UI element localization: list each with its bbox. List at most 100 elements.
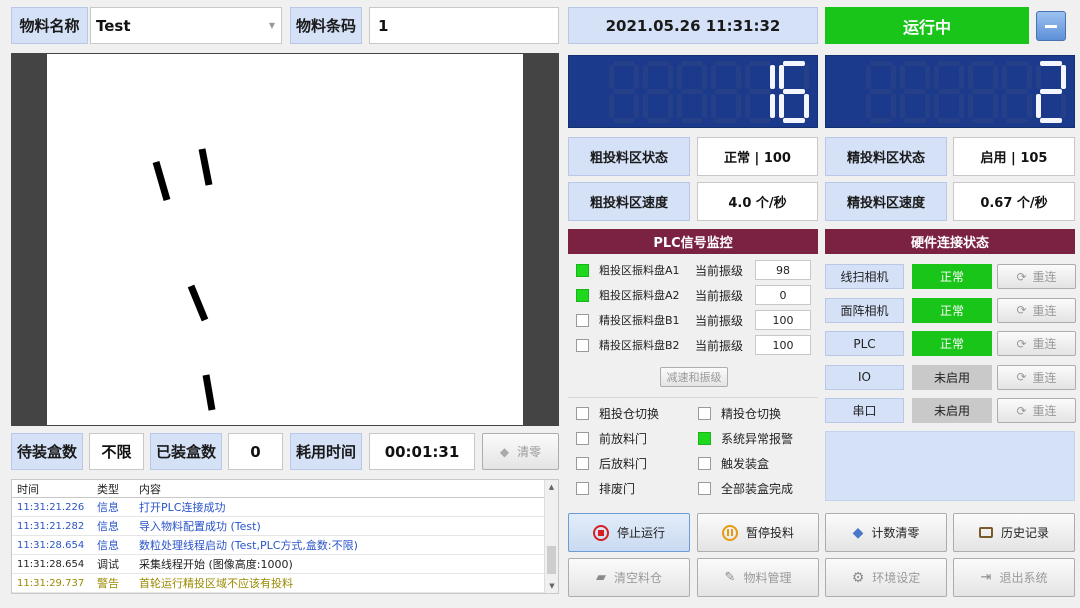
log-row: 11:31:28.654 调试 采集线程开始 (图像高度:1000) (12, 555, 558, 574)
history-label: 历史记录 (1000, 526, 1049, 540)
reconnect-button[interactable]: ⟳ 重连 (997, 297, 1076, 323)
reconnect-label: 重连 (1032, 404, 1057, 418)
vibrator-row: 粗投区振料盘A1 当前振级 98 (576, 259, 816, 281)
signal-indicator (576, 406, 589, 420)
log-content: 数粒处理线程启动 (Test,PLC方式,盒数:不限) (139, 539, 358, 552)
packed-boxes-value: 0 (228, 433, 283, 470)
vibrator-level-input[interactable]: 98 (755, 260, 811, 280)
briefcase-icon (978, 527, 993, 538)
signal-name: 后放料门 (599, 456, 648, 471)
coarse-speed-label: 粗投料区速度 (568, 182, 690, 221)
log-content: 采集线程开始 (图像高度:1000) (139, 558, 293, 571)
vibrator-level-input[interactable]: 0 (755, 285, 811, 305)
vibrator-row: 精投区振料盘B2 当前振级 100 (576, 334, 816, 356)
log-type: 信息 (97, 520, 119, 533)
segment-digit (779, 61, 809, 123)
brush-icon: ▰ (595, 570, 606, 585)
segment-digit (968, 61, 998, 123)
log-header: 时间 类型 内容 (12, 480, 558, 498)
segment-digit (745, 61, 775, 123)
coarse-counter-display (568, 55, 818, 128)
pending-boxes-value: 不限 (89, 433, 144, 470)
exit-system-label: 退出系统 (999, 571, 1048, 585)
reconnect-button[interactable]: ⟳ 重连 (997, 398, 1076, 423)
plc-signal: 系统异常报警 (698, 428, 793, 448)
scroll-up-icon[interactable]: ▲ (545, 483, 558, 491)
log-body: 11:31:21.226 信息 打开PLC连接成功 11:31:21.282 信息 导入物… (12, 498, 558, 593)
material-name-label: 物料名称 (11, 7, 88, 44)
preview-canvas (47, 54, 523, 425)
stop-run-button[interactable]: 停止运行 (568, 513, 690, 552)
signal-name: 系统异常报警 (721, 431, 794, 446)
minimize-icon (1045, 24, 1057, 28)
reconnect-button[interactable]: ⟳ 重连 (997, 264, 1076, 289)
vibrator-indicator (576, 313, 589, 327)
pause-feed-button[interactable]: 暂停投料 (697, 513, 819, 552)
environment-settings-label: 环境设定 (872, 571, 921, 585)
scroll-thumb[interactable] (547, 546, 556, 574)
material-management-button[interactable]: ✎ 物料管理 (697, 558, 819, 597)
barcode-label: 物料条码 (290, 7, 362, 44)
log-scrollbar[interactable]: ▲ ▼ (544, 480, 558, 593)
signal-indicator (576, 456, 589, 470)
signal-name: 全部装盒完成 (721, 481, 794, 496)
hardware-device-list: 线扫相机 正常 ⟳ 重连 面阵相机 正常 ⟳ 重连 PLC 正常 ⟳ 重连 IO 未启用 ⟳ 重连 串口 未启用 ⟳… (825, 264, 1077, 428)
hardware-device-state: 正常 (912, 264, 992, 289)
fine-speed-label: 精投料区速度 (825, 182, 947, 221)
log-col-type: 类型 (97, 482, 119, 496)
datetime-display: 2021.05.26 11:31:32 (568, 7, 818, 44)
reconnect-button[interactable]: ⟳ 重连 (997, 364, 1076, 390)
exit-system-button[interactable]: ⇥ 退出系统 (953, 558, 1075, 597)
gear-icon: ⚙ (851, 569, 865, 586)
vibrator-name: 精投区振料盘B1 (599, 314, 680, 327)
material-name-select[interactable]: Test ▼ (90, 7, 282, 44)
log-type: 调试 (97, 558, 119, 571)
reset-count-button[interactable]: ◆ 计数清零 (825, 513, 947, 552)
plc-signal: 精投仓切换 (698, 403, 781, 423)
log-row: 11:31:21.282 信息 导入物料配置成功 (Test) (12, 517, 558, 536)
chevron-down-icon: ▼ (268, 21, 275, 30)
clear-bin-button[interactable]: ▰ 清空料仓 (568, 558, 690, 597)
clear-count-button[interactable]: ◆ 清零 (482, 433, 559, 470)
signal-indicator (698, 456, 711, 470)
vibrator-row: 粗投区振料盘A2 当前振级 0 (576, 284, 816, 306)
pending-boxes-label: 待装盒数 (11, 433, 83, 470)
reconnect-label: 重连 (1032, 303, 1057, 318)
reconnect-button[interactable]: ⟳ 重连 (997, 331, 1076, 356)
elapsed-time-value: 00:01:31 (369, 433, 475, 470)
segment-digit (1002, 61, 1032, 123)
log-row: 11:31:29.737 警告 首轮运行精投区域不应该有投料 (12, 574, 558, 593)
stop-icon (592, 524, 609, 541)
vibrator-level-input[interactable]: 100 (755, 310, 811, 330)
log-content: 打开PLC连接成功 (139, 501, 226, 514)
vibrator-name: 精投区振料盘B2 (599, 339, 680, 352)
history-button[interactable]: 历史记录 (953, 513, 1075, 552)
log-row: 11:31:28.654 信息 数粒处理线程启动 (Test,PLC方式,盒数:不限… (12, 536, 558, 555)
log-time: 11:31:28.654 (17, 539, 85, 551)
segment-digit (609, 61, 639, 123)
segment-digit (643, 61, 673, 123)
scroll-down-icon[interactable]: ▼ (545, 582, 558, 590)
run-status-badge: 运行中 (825, 7, 1029, 44)
minimize-button[interactable] (1036, 11, 1066, 41)
vibrator-level-input[interactable]: 100 (755, 335, 811, 355)
log-type: 信息 (97, 539, 119, 552)
log-time: 11:31:29.737 (17, 577, 85, 589)
vibrator-level-label: 当前振级 (695, 338, 744, 353)
slow-level-button[interactable]: 减速和振级 (660, 367, 728, 387)
material-management-label: 物料管理 (743, 571, 792, 585)
barcode-input[interactable]: 1 (369, 7, 559, 44)
environment-settings-button[interactable]: ⚙ 环境设定 (825, 558, 947, 597)
segment-digit (677, 61, 707, 123)
segment-digit (711, 61, 741, 123)
clear-count-label: 清零 (517, 445, 542, 459)
refresh-icon: ⟳ (1016, 303, 1027, 317)
refresh-icon: ⟳ (1016, 269, 1027, 284)
edit-icon: ✎ (724, 570, 736, 585)
fine-state-value: 启用 | 105 (953, 137, 1075, 176)
plc-vibrator-list: 粗投区振料盘A1 当前振级 98 粗投区振料盘A2 当前振级 0 精投区振料盘B1 当前振级 1… (568, 259, 818, 394)
vibrator-indicator (576, 263, 589, 277)
signal-name: 粗投仓切换 (599, 406, 660, 421)
hardware-device-state: 正常 (912, 331, 992, 356)
segment-digit (1036, 61, 1066, 123)
